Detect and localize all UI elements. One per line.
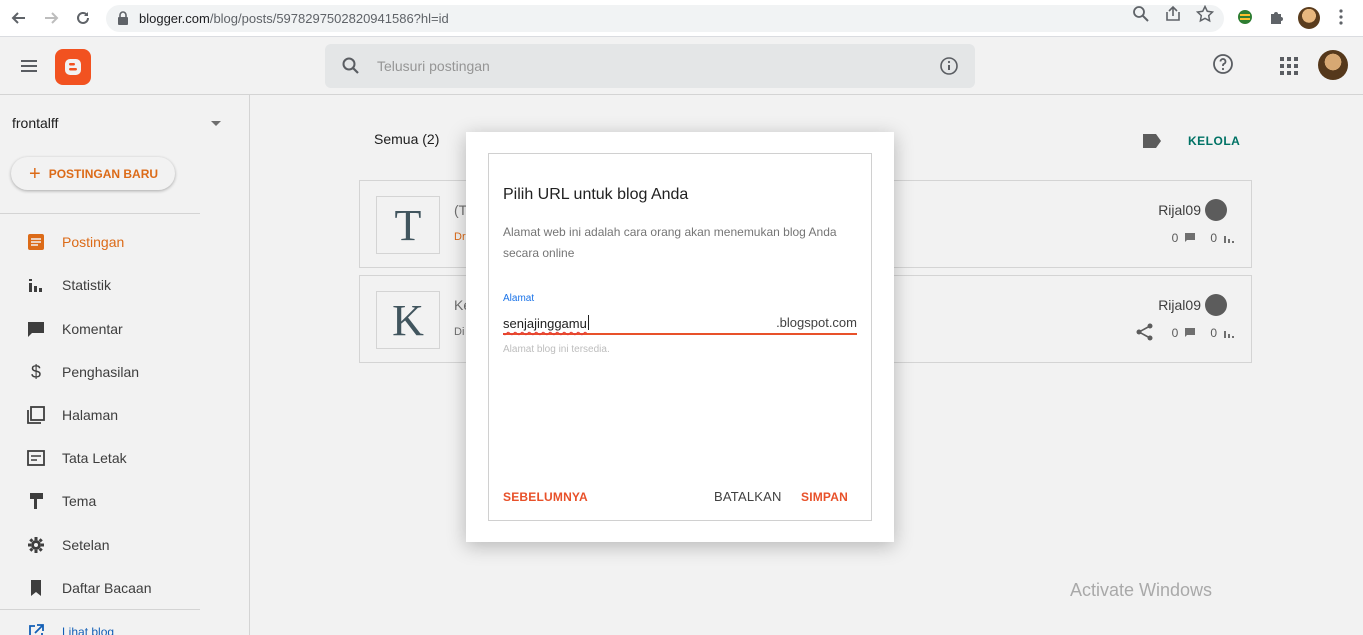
chrome-menu-icon[interactable] — [1334, 8, 1354, 28]
forward-icon[interactable] — [40, 7, 62, 29]
url-text: blogger.com/blog/posts/59782975028209415… — [139, 11, 449, 26]
blog-address-input[interactable]: senjajinggamu .blogspot.com — [503, 313, 857, 335]
cancel-button[interactable]: BATALKAN — [714, 489, 782, 504]
dialog-description: Alamat web ini adalah cara orang akan me… — [503, 225, 837, 260]
address-value[interactable]: senjajinggamu — [503, 315, 589, 331]
back-icon[interactable] — [8, 7, 30, 29]
dialog-frame: Pilih URL untuk blog Anda Alamat web ini… — [488, 153, 872, 521]
previous-button[interactable]: SEBELUMNYA — [503, 490, 588, 504]
extension-globe-icon[interactable] — [1236, 8, 1256, 28]
choose-url-dialog: Pilih URL untuk blog Anda Alamat web ini… — [466, 132, 894, 542]
windows-activation-watermark: Activate Windows — [1070, 580, 1213, 600]
extensions-puzzle-icon[interactable] — [1268, 8, 1288, 28]
address-helper-text: Alamat blog ini tersedia. — [503, 344, 610, 355]
profile-avatar[interactable] — [1298, 7, 1320, 29]
share-page-icon[interactable] — [1164, 5, 1182, 23]
address-bar[interactable]: blogger.com/blog/posts/59782975028209415… — [106, 5, 1224, 32]
save-button[interactable]: SIMPAN — [801, 490, 848, 504]
domain-suffix: .blogspot.com — [776, 315, 857, 330]
browser-toolbar: blogger.com/blog/posts/59782975028209415… — [0, 0, 1363, 37]
lock-icon — [118, 11, 128, 25]
reload-icon[interactable] — [72, 7, 94, 29]
zoom-icon[interactable] — [1132, 5, 1150, 23]
address-field-label: Alamat — [503, 293, 535, 304]
dialog-title: Pilih URL untuk blog Anda — [503, 186, 689, 203]
text-caret — [587, 315, 589, 330]
bookmark-star-icon[interactable] — [1196, 5, 1214, 23]
